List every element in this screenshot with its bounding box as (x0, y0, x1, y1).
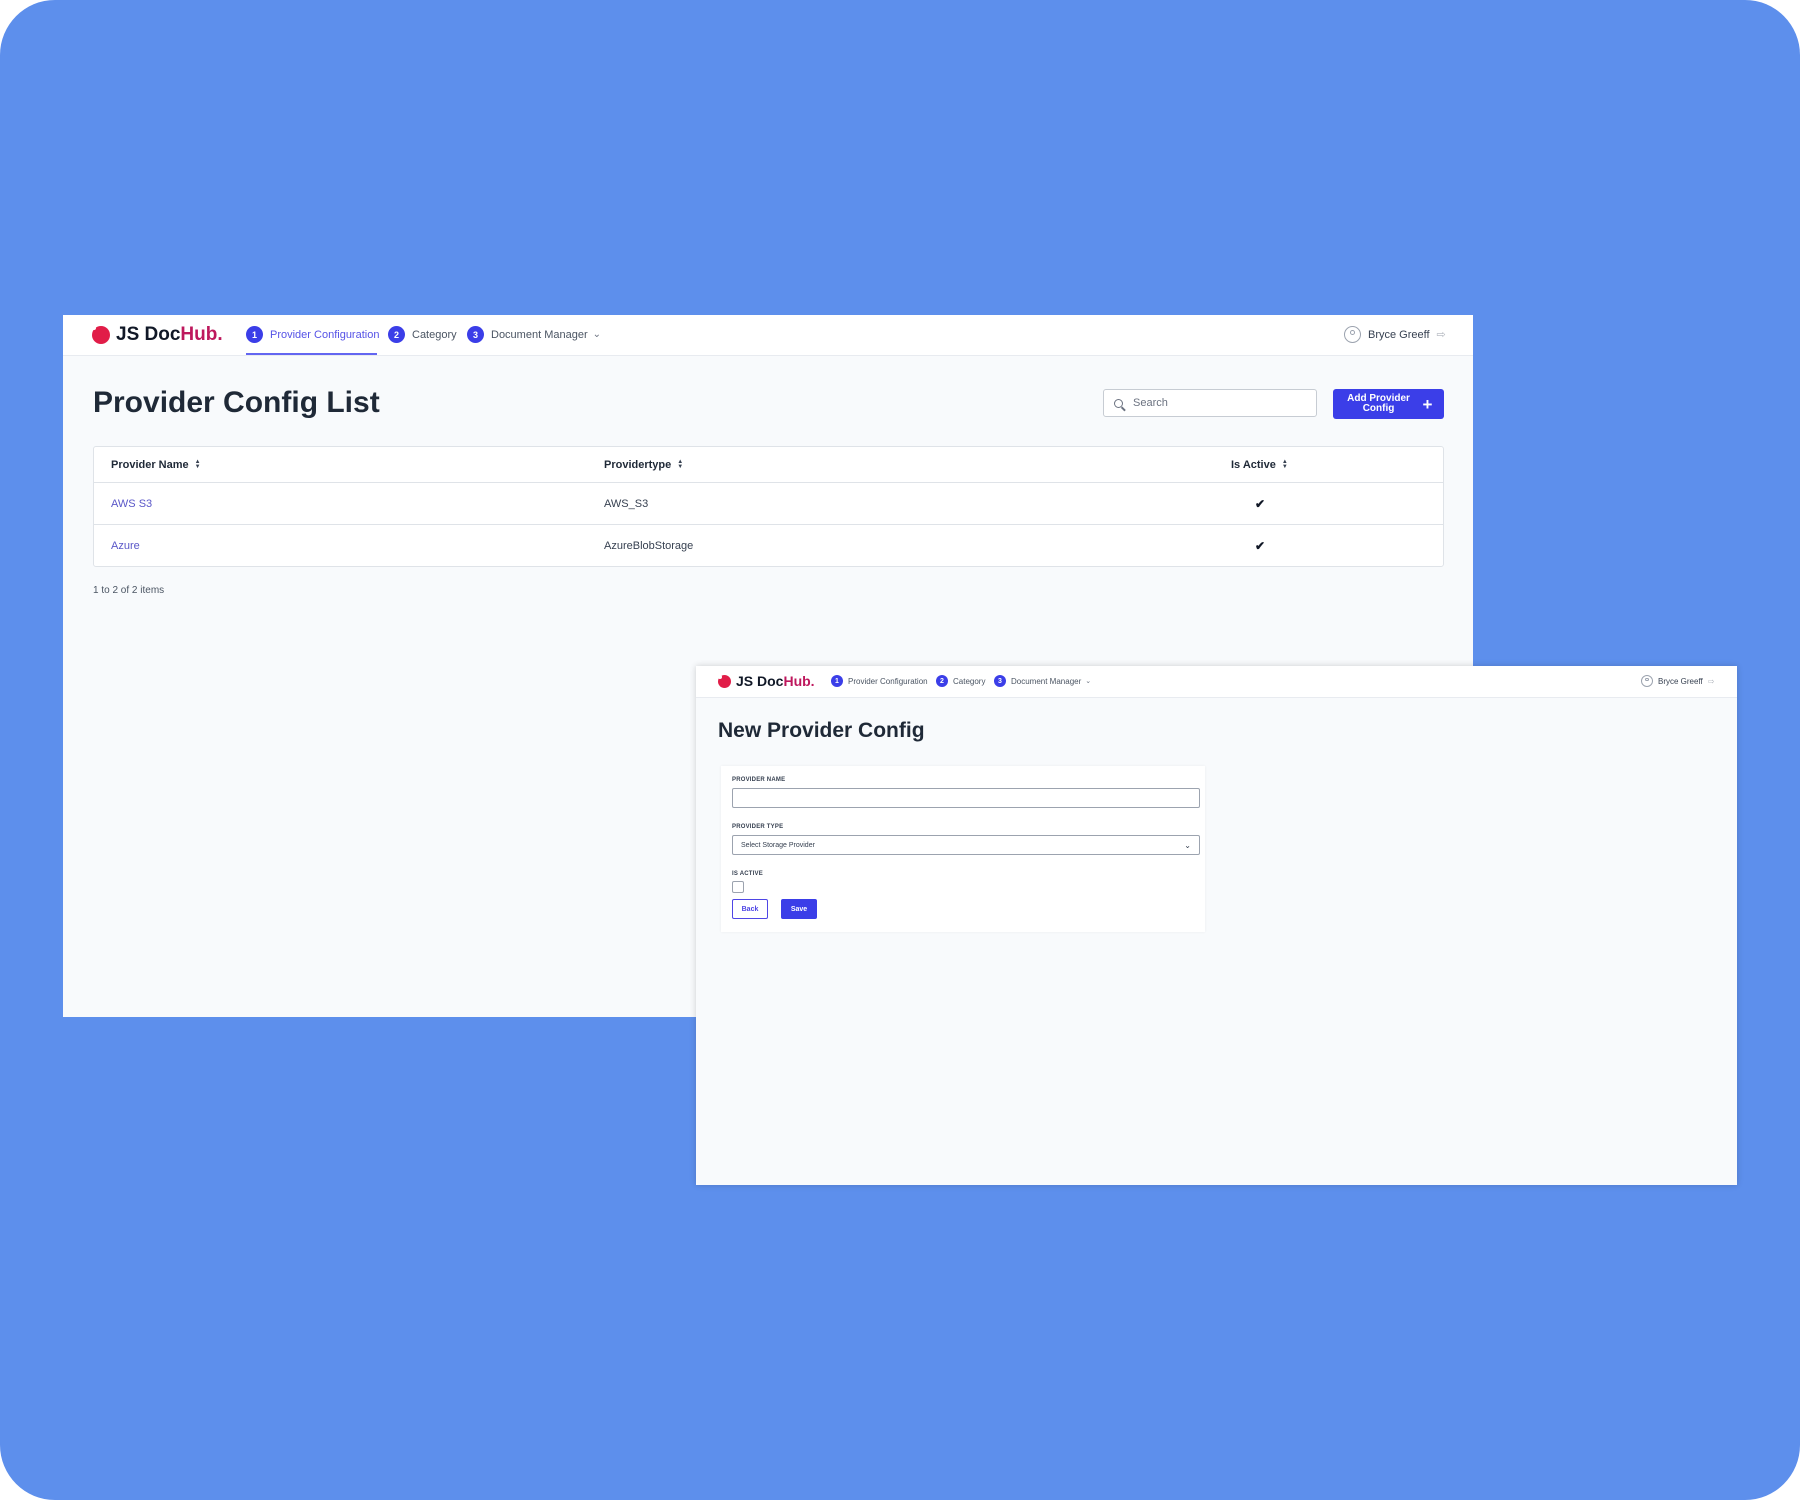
pagination-summary: 1 to 2 of 2 items (93, 585, 165, 596)
dochub-logo-icon (718, 674, 731, 688)
column-header-label: Providertype (604, 458, 672, 471)
plus-icon: + (1422, 394, 1433, 414)
table-header: Provider Name ▲ ▼ Providertype ▲ ▼ Is Acti… (94, 447, 1443, 483)
nav-item-label: Provider Configuration (270, 328, 380, 341)
user-name: Bryce Greeff (1368, 328, 1430, 341)
provider-name-input[interactable] (732, 788, 1200, 808)
back-button[interactable]: Back (732, 899, 768, 919)
search-icon (1114, 398, 1123, 408)
new-provider-window: JS Doc Hub. 1 Provider Configuration 2 Ca… (696, 666, 1737, 1185)
top-navbar: JS Doc Hub. 1 Provider Configuration 2 Ca… (63, 315, 1473, 356)
active-check-icon: ✔ (1255, 538, 1266, 553)
step-number-badge: 1 (246, 326, 263, 343)
user-name: Bryce Greeff (1658, 676, 1703, 686)
provider-name-link[interactable]: Azure (111, 525, 140, 566)
sort-icon: ▲ ▼ (677, 458, 684, 470)
sort-icon: ▲ ▼ (1281, 458, 1288, 470)
provider-type-cell: AzureBlobStorage (604, 539, 694, 552)
chevron-down-icon: ⌄ (1085, 678, 1092, 685)
column-header-is-active[interactable]: Is Active ▲ ▼ (1231, 459, 1288, 471)
logout-icon[interactable]: ⇨ (1708, 677, 1715, 686)
chevron-down-icon: ⌄ (592, 329, 601, 340)
add-provider-config-button[interactable]: Add Provider Config + (1333, 389, 1444, 419)
app-logo[interactable]: JS Doc Hub. (718, 673, 815, 689)
provider-table: Provider Name ▲ ▼ Providertype ▲ ▼ Is Acti… (93, 446, 1444, 567)
search-input[interactable] (1131, 396, 1305, 410)
nav-item-document-manager[interactable]: 3 Document Manager ⌄ (467, 326, 601, 343)
nav-item-category[interactable]: 2 Category (936, 675, 985, 687)
step-number-badge: 2 (936, 675, 948, 687)
sort-icon: ▲ ▼ (194, 458, 201, 470)
nav-item-provider-configuration[interactable]: 1 Provider Configuration (831, 675, 928, 687)
provider-type-label: PROVIDER TYPE (732, 824, 784, 830)
brand-prefix: JS Doc (736, 673, 784, 689)
save-button[interactable]: Save (781, 899, 817, 919)
column-header-label: Provider Name (111, 458, 189, 471)
user-avatar-icon (1641, 675, 1653, 687)
dochub-logo-icon (92, 326, 110, 344)
column-header-label: Is Active (1231, 458, 1276, 471)
nav-item-category[interactable]: 2 Category (388, 326, 457, 343)
nav-item-label: Category (412, 328, 457, 341)
column-header-provider-name[interactable]: Provider Name ▲ ▼ (111, 459, 201, 471)
nav-item-provider-configuration[interactable]: 1 Provider Configuration (246, 326, 379, 343)
active-check-icon: ✔ (1255, 496, 1266, 511)
nav-item-label: Category (953, 676, 986, 686)
user-avatar-icon (1344, 326, 1361, 343)
app-logo[interactable]: JS Doc Hub. (92, 324, 223, 346)
step-number-badge: 3 (994, 675, 1006, 687)
page-title: Provider Config List (93, 386, 380, 419)
brand-suffix: Hub. (783, 673, 815, 689)
table-row: Azure AzureBlobStorage ✔ (94, 525, 1443, 566)
is-active-label: IS ACTIVE (732, 871, 763, 877)
brand-prefix: JS Doc (116, 324, 181, 345)
user-menu[interactable]: Bryce Greeff ⇨ (1344, 326, 1446, 343)
step-number-badge: 1 (831, 675, 843, 687)
provider-name-label: PROVIDER NAME (732, 777, 786, 783)
nav-item-label: Document Manager (491, 328, 588, 341)
page-title: New Provider Config (718, 719, 925, 742)
step-number-badge: 3 (467, 326, 484, 343)
table-row: AWS S3 AWS_S3 ✔ (94, 483, 1443, 525)
chevron-down-icon: ⌄ (1184, 841, 1191, 850)
provider-type-selected: Select Storage Provider (741, 841, 815, 849)
column-header-providertype[interactable]: Providertype ▲ ▼ (604, 459, 683, 471)
provider-type-select[interactable]: Select Storage Provider ⌄ (732, 835, 1200, 855)
user-menu[interactable]: Bryce Greeff ⇨ (1641, 675, 1714, 687)
provider-form: PROVIDER NAME PROVIDER TYPE Select Stora… (721, 766, 1205, 932)
provider-type-cell: AWS_S3 (604, 497, 649, 510)
brand-suffix: Hub. (180, 324, 223, 345)
is-active-checkbox[interactable] (732, 881, 744, 893)
nav-item-label: Document Manager (1011, 676, 1082, 686)
screenshot-canvas: JS Doc Hub. 1 Provider Configuration 2 Ca… (0, 0, 1800, 1500)
search-field[interactable] (1103, 389, 1317, 417)
add-button-label: Add Provider Config (1347, 393, 1410, 414)
logout-icon[interactable]: ⇨ (1437, 328, 1446, 341)
active-tab-underline (246, 353, 377, 355)
provider-name-link[interactable]: AWS S3 (111, 483, 152, 524)
top-navbar: JS Doc Hub. 1 Provider Configuration 2 Ca… (696, 666, 1737, 698)
nav-item-document-manager[interactable]: 3 Document Manager ⌄ (994, 675, 1091, 687)
step-number-badge: 2 (388, 326, 405, 343)
nav-item-label: Provider Configuration (848, 676, 928, 686)
